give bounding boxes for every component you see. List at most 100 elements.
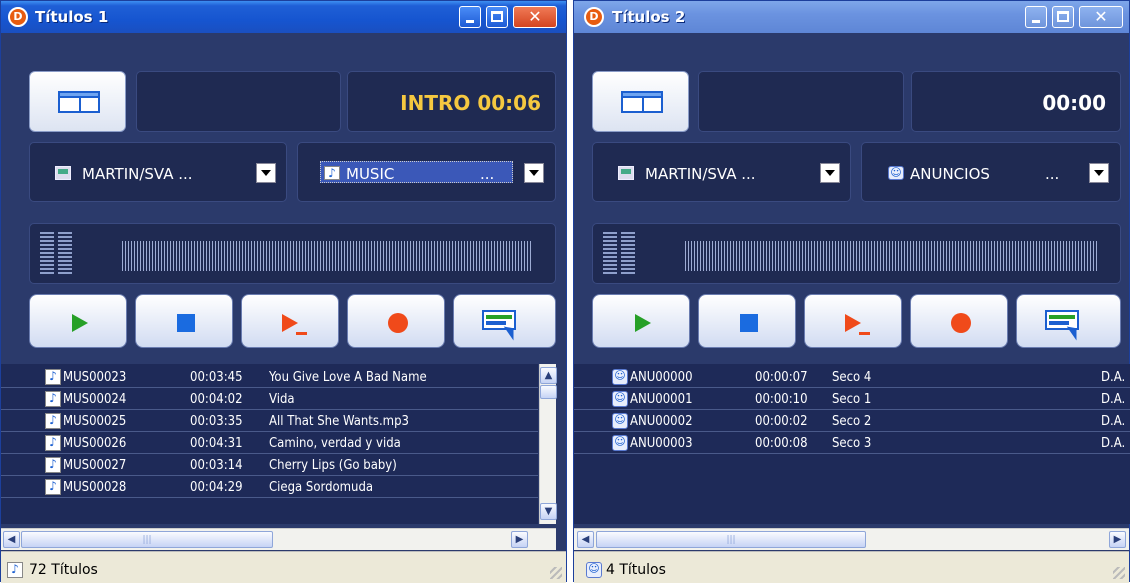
horizontal-scrollbar[interactable]: ◀ ▶ [1, 528, 556, 550]
list-item[interactable]: ♪ MUS00028 00:04:29 Ciega Sordomuda [1, 477, 538, 498]
layout-icon [58, 91, 100, 113]
play-button[interactable] [29, 294, 127, 348]
item-extra: D.A. [1101, 414, 1126, 429]
minimize-button[interactable] [1025, 6, 1047, 28]
play-button[interactable] [592, 294, 690, 348]
app-logo-icon[interactable]: D [8, 7, 28, 27]
category-select[interactable]: ♪ MUSIC ... [297, 142, 556, 202]
pre-listen-button[interactable] [241, 294, 339, 348]
scroll-right-icon[interactable]: ▶ [1109, 531, 1126, 548]
list-item[interactable]: ♪ MUS00023 00:03:45 You Give Love A Bad … [1, 367, 538, 388]
source-select[interactable]: MARTIN/SVA ... [29, 142, 287, 202]
status-bar: ♪ 72 Títulos [1, 551, 566, 583]
category-select-ellipsis: ... [1045, 165, 1060, 183]
item-duration: 00:04:02 [190, 392, 243, 407]
playlist-button[interactable] [1016, 294, 1121, 348]
list-item[interactable]: ♪ MUS00025 00:03:35 All That She Wants.m… [1, 411, 538, 432]
info-display [698, 71, 904, 132]
music-note-icon: ♪ [324, 166, 340, 180]
titles-window-1: D Títulos 1 ✕ INTRO 00:06 MARTIN/SVA ...… [0, 0, 567, 583]
item-duration: 00:00:02 [755, 414, 808, 429]
list-item[interactable]: ♪ MUS00027 00:03:14 Cherry Lips (Go baby… [1, 455, 538, 476]
layout-icon [621, 91, 663, 113]
item-extra: D.A. [1101, 392, 1126, 407]
record-button[interactable] [347, 294, 445, 348]
playlist-button[interactable] [453, 294, 556, 348]
item-duration: 00:04:29 [190, 480, 243, 495]
layout-button[interactable] [592, 71, 689, 132]
item-title: All That She Wants.mp3 [269, 414, 409, 429]
maximize-button[interactable] [486, 6, 508, 28]
scroll-thumb[interactable] [21, 531, 273, 548]
source-select[interactable]: MARTIN/SVA ... [592, 142, 851, 202]
ad-icon: ☺ [612, 435, 628, 451]
music-note-icon: ♪ [7, 562, 23, 578]
chevron-down-icon[interactable] [524, 163, 544, 183]
chevron-down-icon[interactable] [820, 163, 840, 183]
app-logo-icon[interactable]: D [584, 7, 604, 27]
close-button[interactable]: ✕ [513, 6, 557, 28]
item-title: Seco 4 [832, 370, 872, 385]
chevron-down-icon[interactable] [256, 163, 276, 183]
vertical-scrollbar[interactable]: ▲ ▼ [539, 364, 557, 524]
resize-grip-icon[interactable] [550, 567, 562, 579]
scroll-thumb[interactable] [596, 531, 866, 548]
category-select-value: MUSIC [346, 165, 395, 183]
minimize-button[interactable] [459, 6, 481, 28]
item-duration: 00:03:45 [190, 370, 243, 385]
scroll-left-icon[interactable]: ◀ [3, 531, 20, 548]
list-item[interactable]: ☺ ANU00001 00:00:10 Seco 1 D.A. [574, 389, 1130, 410]
stop-icon [740, 314, 758, 332]
pre-listen-button[interactable] [804, 294, 902, 348]
layout-button[interactable] [29, 71, 126, 132]
maximize-button[interactable] [1052, 6, 1074, 28]
scroll-up-icon[interactable]: ▲ [540, 367, 557, 384]
waveform-bar [685, 241, 1097, 271]
stop-icon [177, 314, 195, 332]
titles-list[interactable]: ☺ ANU00000 00:00:07 Seco 4 D.A. ☺ ANU000… [574, 364, 1130, 524]
item-title: Vida [269, 392, 295, 407]
titles-list[interactable]: ♪ MUS00023 00:03:45 You Give Love A Bad … [1, 364, 538, 524]
horizontal-scrollbar[interactable]: ◀ ▶ [574, 528, 1129, 550]
minimize-icon [1032, 20, 1040, 23]
list-item[interactable]: ♪ MUS00024 00:04:02 Vida [1, 389, 538, 410]
status-bar: ☺ 4 Títulos [574, 551, 1129, 583]
category-select-ellipsis: ... [480, 165, 495, 183]
item-id: MUS00023 [63, 370, 127, 385]
scroll-left-icon[interactable]: ◀ [577, 531, 594, 548]
record-icon [951, 313, 971, 333]
titles-window-2: D Títulos 2 ✕ 00:00 MARTIN/SVA ... ☺ ANU… [573, 0, 1130, 583]
item-duration: 00:03:14 [190, 458, 243, 473]
status-text: 72 Títulos [29, 562, 98, 578]
vu-meter-right [58, 232, 72, 276]
record-button[interactable] [910, 294, 1008, 348]
transport-controls [592, 294, 1121, 348]
stop-button[interactable] [135, 294, 233, 348]
scroll-down-icon[interactable]: ▼ [540, 503, 557, 520]
resize-grip-icon[interactable] [1113, 567, 1125, 579]
list-item[interactable]: ☺ ANU00000 00:00:07 Seco 4 D.A. [574, 367, 1130, 388]
cursor-icon [503, 322, 520, 341]
item-title: Ciega Sordomuda [269, 480, 374, 495]
list-item[interactable]: ☺ ANU00002 00:00:02 Seco 2 D.A. [574, 411, 1130, 432]
vu-meter-left [40, 232, 54, 276]
ad-icon: ☺ [612, 369, 628, 385]
title-bar[interactable]: D Títulos 2 ✕ [574, 1, 1129, 33]
timer-text: INTRO 00:06 [400, 91, 541, 115]
pre-listen-icon [282, 314, 307, 335]
info-display [136, 71, 341, 132]
vu-meter-left [603, 232, 617, 276]
list-item[interactable]: ♪ MUS00026 00:04:31 Camino, verdad y vid… [1, 433, 538, 454]
scroll-thumb[interactable] [540, 385, 557, 399]
category-select[interactable]: ☺ ANUNCIOS ... [861, 142, 1121, 202]
ad-icon: ☺ [586, 562, 602, 578]
stop-button[interactable] [698, 294, 796, 348]
list-item[interactable]: ☺ ANU00003 00:00:08 Seco 3 D.A. [574, 433, 1130, 454]
item-title: Camino, verdad y vida [269, 436, 401, 451]
chevron-down-icon[interactable] [1089, 163, 1109, 183]
item-id: ANU00003 [630, 436, 693, 451]
scroll-right-icon[interactable]: ▶ [511, 531, 528, 548]
title-bar[interactable]: D Títulos 1 ✕ [1, 1, 566, 33]
close-button[interactable]: ✕ [1079, 6, 1123, 28]
item-extra: D.A. [1101, 436, 1126, 451]
